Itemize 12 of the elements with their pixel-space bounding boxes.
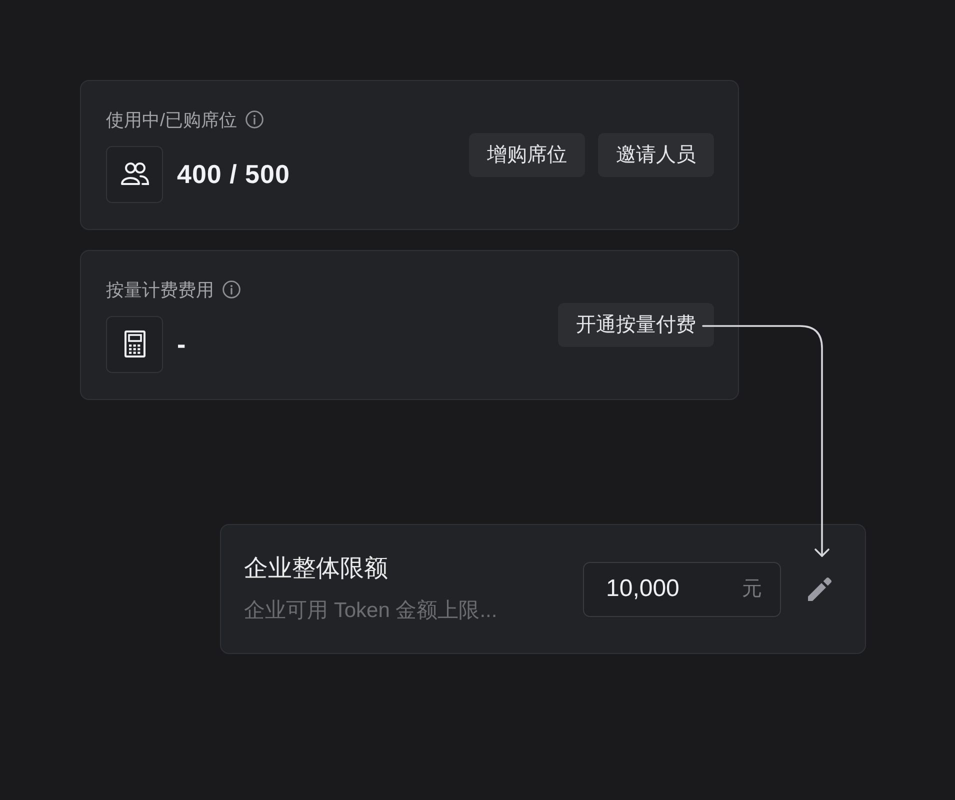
card-label: 按量计费费用 <box>106 278 214 302</box>
action-button[interactable]: 邀请人员 <box>598 132 714 176</box>
info-icon[interactable] <box>222 280 241 299</box>
info-icon[interactable] <box>245 110 264 129</box>
limit-description: 企业可用 Token 金额上限... <box>244 598 498 624</box>
action-button[interactable]: 开通按量付费 <box>558 302 714 346</box>
limit-title: 企业整体限额 <box>244 554 389 584</box>
stat-value: 400 / 500 <box>177 158 290 190</box>
action-button[interactable]: 增购席位 <box>469 132 585 176</box>
card-label: 使用中/已购席位 <box>106 108 238 132</box>
currency-unit: 元 <box>742 577 762 601</box>
stat-value: - <box>177 328 186 360</box>
